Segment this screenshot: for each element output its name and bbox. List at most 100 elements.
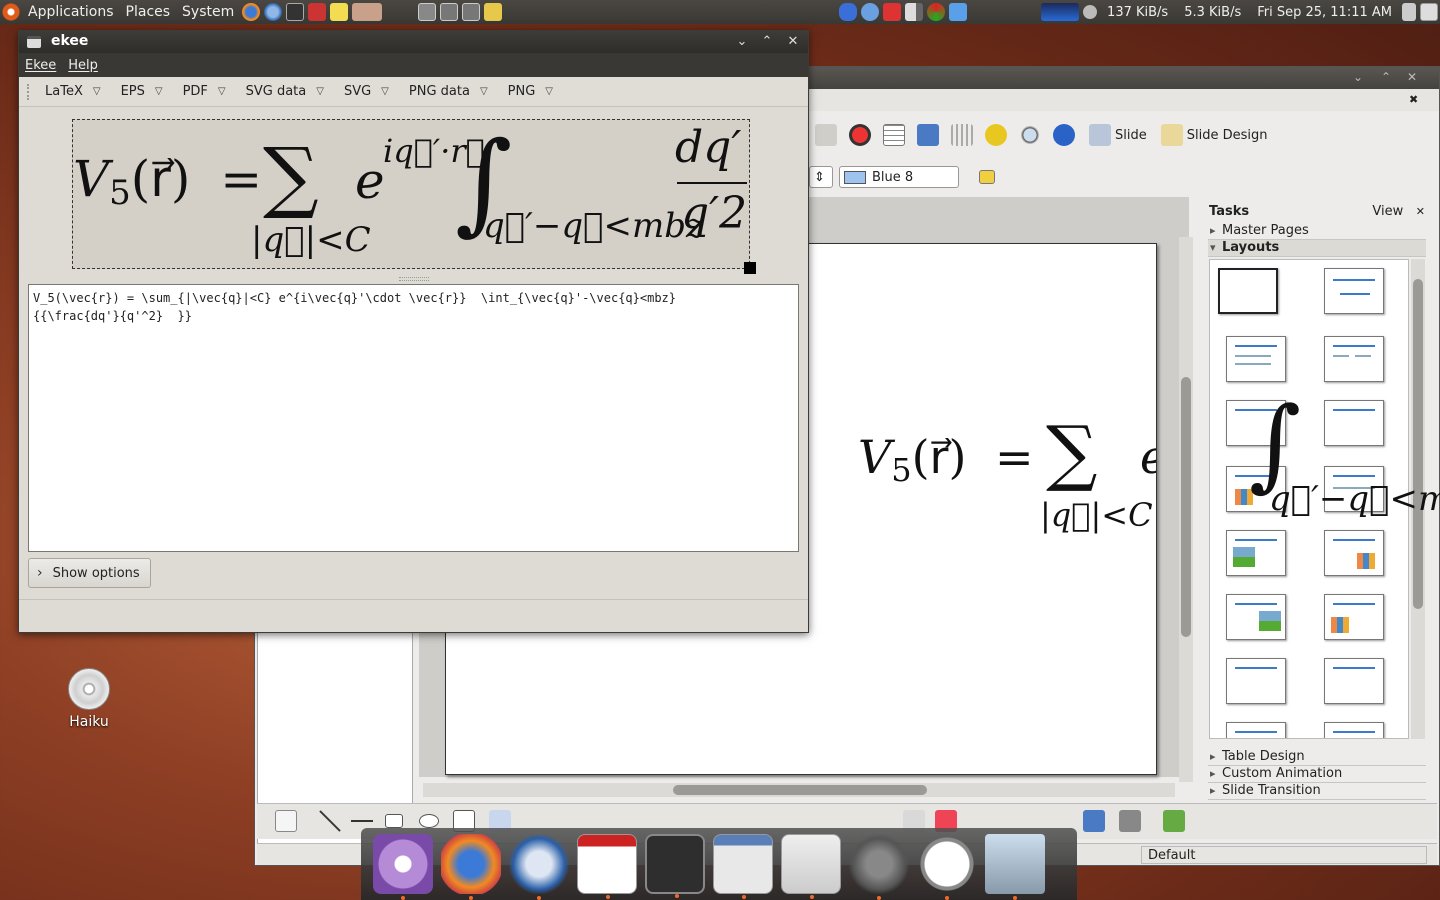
align-icon[interactable] [1119, 810, 1141, 832]
firefox-launcher-icon[interactable] [242, 3, 261, 21]
helplines-icon[interactable] [985, 124, 1007, 146]
home-folder-icon[interactable] [308, 3, 327, 21]
resize-handle[interactable] [744, 262, 756, 274]
firefox-dock-icon[interactable] [441, 834, 501, 900]
layout-title-content[interactable] [1226, 336, 1286, 382]
layout-image-text[interactable] [1226, 530, 1286, 576]
close-icon[interactable]: ✕ [784, 33, 802, 51]
volume-icon[interactable] [1402, 3, 1416, 21]
network-signal-icon[interactable] [905, 3, 924, 21]
user-icon[interactable] [1083, 5, 1098, 19]
line-tool-icon[interactable] [319, 810, 341, 832]
ellipse-tool-icon[interactable] [419, 814, 439, 828]
format-png-data[interactable]: PNG data ▽ [397, 84, 496, 99]
menu-ekee[interactable]: Ekee [19, 58, 62, 73]
layout-text-image[interactable] [1226, 594, 1286, 640]
desktop-icon-haiku[interactable]: Haiku [58, 668, 120, 730]
pidgin-icon[interactable] [861, 3, 880, 21]
select-arrow-icon[interactable] [275, 810, 297, 832]
rotate-icon[interactable] [1083, 810, 1105, 832]
layout-text-object[interactable] [1226, 658, 1286, 704]
arrange-icon[interactable] [1163, 810, 1185, 832]
chart-insert-icon[interactable] [849, 124, 871, 146]
formula-preview[interactable]: V5(r⃗) = ∑ |q⃗|<C e iq⃗′·r⃗ ∫ q⃗′−q⃗<mbz… [72, 119, 750, 269]
task-section-slide-transition[interactable]: Slide Transition [1208, 783, 1426, 800]
format-eps[interactable]: EPS ▽ [109, 84, 171, 99]
format-svg[interactable]: SVG ▽ [332, 84, 397, 99]
system-monitor-icon[interactable] [1041, 3, 1080, 21]
scroll-thumb[interactable] [1413, 279, 1423, 609]
maximize-icon[interactable]: ⌃ [758, 33, 776, 51]
gimp-dock-icon[interactable] [849, 834, 909, 900]
slide-button[interactable]: Slide [1089, 124, 1147, 146]
thunderbird-dock-icon[interactable] [509, 834, 569, 900]
layout-more-1[interactable] [1226, 722, 1286, 738]
help-icon[interactable] [1053, 124, 1075, 146]
table-insert-icon[interactable] [883, 124, 905, 146]
redo-icon[interactable] [815, 124, 837, 146]
terminal-dock-icon[interactable] [645, 834, 705, 898]
slide-design-button[interactable]: Slide Design [1155, 124, 1267, 146]
notes-launcher-icon[interactable] [330, 3, 349, 21]
slide-vertical-scrollbar[interactable] [1179, 237, 1193, 782]
shadow-icon[interactable] [979, 170, 995, 184]
workspace-3-icon[interactable] [462, 3, 481, 21]
layout-title-only[interactable] [1324, 268, 1384, 314]
trash-dock-icon[interactable] [985, 834, 1045, 900]
dropbox-icon[interactable] [949, 3, 968, 21]
workspace-1-icon[interactable] [418, 3, 437, 21]
layout-centered-text[interactable] [1324, 400, 1384, 446]
calendar-dock-icon[interactable] [577, 834, 637, 899]
pane-splitter[interactable] [399, 277, 429, 281]
system-menu[interactable]: System [176, 0, 240, 24]
system-settings-dock-icon[interactable] [373, 834, 433, 900]
grid-icon[interactable] [951, 124, 973, 146]
minimize-icon[interactable]: ⌄ [1353, 70, 1363, 84]
task-section-table-design[interactable]: Table Design [1208, 749, 1426, 766]
impress-dock-icon[interactable] [781, 834, 841, 899]
format-latex[interactable]: LaTeX ▽ [33, 84, 109, 99]
fill-color-select[interactable]: Blue 8 [839, 166, 959, 188]
rectangle-tool-icon[interactable] [385, 814, 403, 828]
layout-more-2[interactable] [1324, 722, 1384, 738]
window-dock-icon[interactable] [713, 834, 773, 899]
thunderbird-launcher-icon[interactable] [264, 3, 283, 21]
scroll-thumb[interactable] [673, 785, 927, 795]
tasks-view-menu[interactable]: View [1372, 204, 1403, 219]
close-icon[interactable]: ✕ [1407, 70, 1417, 84]
latex-source-editor[interactable]: V_5(\vec{r}) = \sum_{|\vec{q}|<C} e^{i\v… [28, 284, 799, 552]
ekee-titlebar[interactable]: ekee ⌄ ⌃ ✕ [19, 31, 808, 53]
workspace-2-icon[interactable] [440, 3, 459, 21]
applications-menu[interactable]: Applications [22, 0, 120, 24]
layout-title-2-content[interactable] [1324, 336, 1384, 382]
update-icon[interactable] [927, 3, 946, 21]
slide-horizontal-scrollbar[interactable] [423, 783, 1175, 797]
clock-dock-icon[interactable] [917, 834, 977, 900]
minimize-icon[interactable]: ⌄ [733, 33, 751, 51]
task-section-master-pages[interactable]: Master Pages [1208, 223, 1426, 240]
layout-text-2-objects[interactable] [1324, 658, 1384, 704]
format-svg-data[interactable]: SVG data ▽ [234, 84, 332, 99]
task-section-layouts[interactable]: Layouts [1208, 240, 1426, 257]
maximize-icon[interactable]: ⌃ [1381, 70, 1391, 84]
slide-formula[interactable]: V5(r⃗) = [858, 430, 1048, 489]
format-png[interactable]: PNG ▽ [496, 84, 561, 99]
bluetooth-icon[interactable] [839, 3, 858, 21]
task-section-custom-animation[interactable]: Custom Animation [1208, 766, 1426, 783]
presentation-launcher-icon[interactable] [352, 3, 383, 21]
line-width-spinner[interactable]: ⇕ [809, 166, 833, 188]
layout-text-chart[interactable] [1324, 530, 1384, 576]
trash-icon[interactable] [1420, 3, 1438, 21]
clock[interactable]: Fri Sep 25, 11:11 AM [1249, 5, 1400, 20]
places-menu[interactable]: Places [120, 0, 177, 24]
show-options-button[interactable]: › Show options [28, 558, 151, 588]
format-pdf[interactable]: PDF ▽ [171, 84, 234, 99]
download-icon[interactable] [883, 3, 902, 21]
ubuntu-logo-icon[interactable] [2, 3, 20, 21]
scroll-thumb[interactable] [1181, 377, 1191, 637]
layout-chart-text-2[interactable] [1324, 594, 1384, 640]
zoom-icon[interactable] [1019, 124, 1041, 146]
tasks-close-icon[interactable]: ✕ [1416, 205, 1425, 218]
workspace-4-icon[interactable] [484, 3, 503, 21]
close-document-icon[interactable]: ✖ [1409, 93, 1418, 106]
